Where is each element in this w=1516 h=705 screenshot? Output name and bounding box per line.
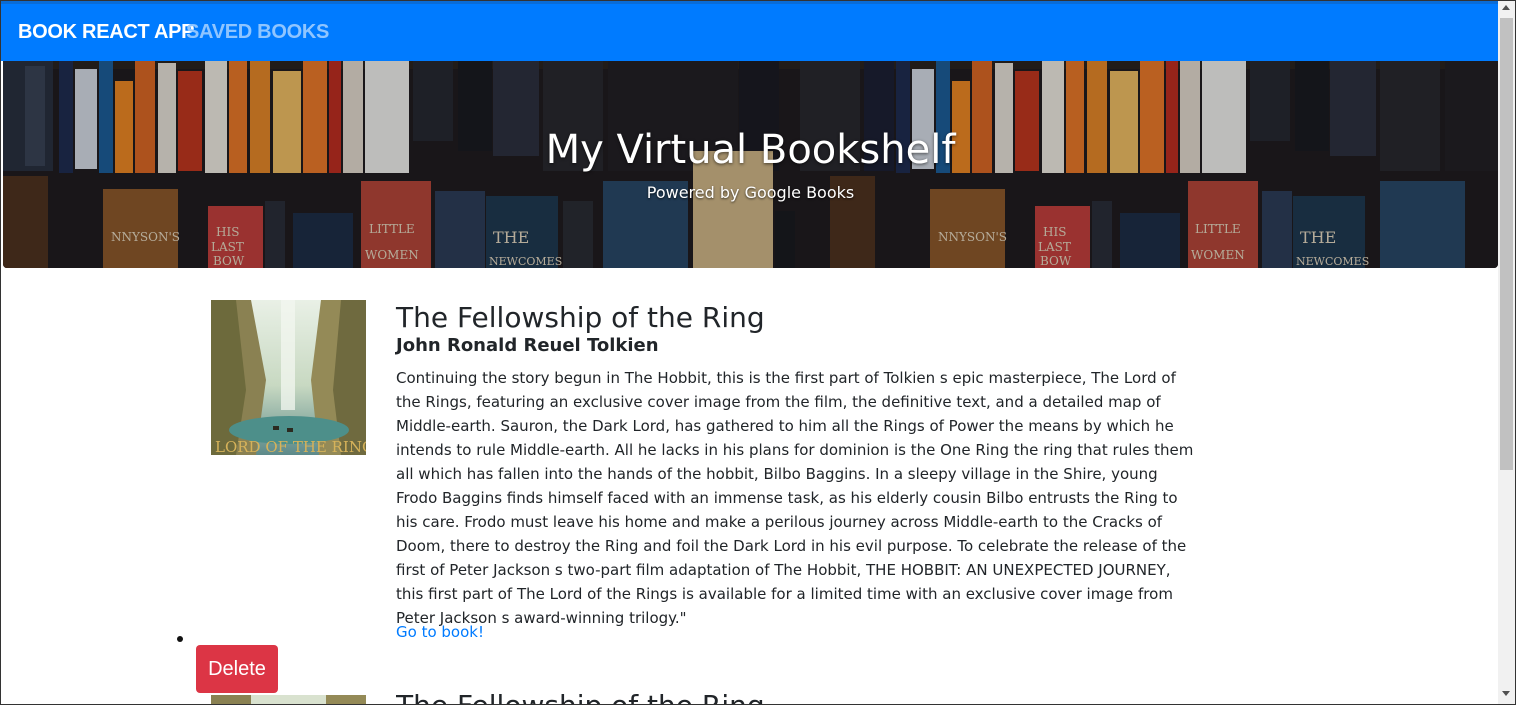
go-to-book-link[interactable]: Go to book!: [396, 623, 484, 641]
navbar: BOOK REACT APP SAVED BOOKS: [1, 1, 1498, 61]
scrollbar-thumb[interactable]: [1500, 18, 1513, 470]
saved-books-link[interactable]: SAVED BOOKS: [186, 21, 329, 44]
hero-banner: NNYSON'S HIS LAST BOW LITTLE WOMEN THE N…: [3, 61, 1498, 268]
book-title: The Fellowship of the Ring: [396, 301, 765, 334]
book-title-text: The Fellowship of the Ring: [396, 693, 765, 704]
delete-button[interactable]: Delete: [196, 645, 278, 693]
scroll-up-arrow-icon[interactable]: [1502, 5, 1510, 10]
book-author: John Ronald Reuel Tolkien: [396, 335, 659, 356]
list-bullet: [177, 636, 183, 642]
scroll-down-arrow-icon[interactable]: [1502, 691, 1510, 696]
cover-logo-text: LORD OF THE RINGS: [215, 438, 366, 455]
book-title: The Fellowship of the Ring: [396, 693, 765, 704]
brand-link[interactable]: BOOK REACT APP: [18, 21, 194, 44]
book-description: Continuing the story begun in The Hobbit…: [396, 369, 1194, 627]
page: BOOK REACT APP SAVED BOOKS My Virtual Bo…: [0, 0, 1516, 705]
hero-subtitle: Powered by Google Books: [646, 183, 855, 202]
hero-title: My Virtual Bookshelf: [545, 127, 956, 173]
book-cover-image: LORD OF THE RINGS: [211, 300, 366, 455]
vertical-scrollbar[interactable]: [1498, 1, 1515, 704]
book-cover-image: [211, 693, 366, 704]
